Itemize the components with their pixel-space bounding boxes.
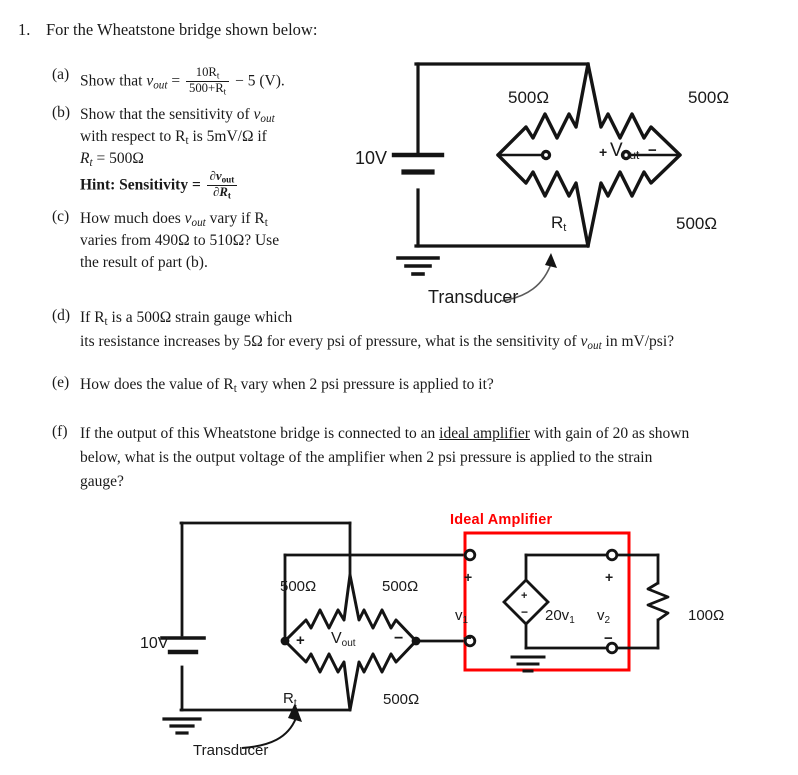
part-f-line3: gauge? bbox=[80, 473, 124, 490]
part-f-line1a: If the output of this Wheatstone bridge … bbox=[80, 425, 440, 442]
v2-plus-sign: + bbox=[605, 569, 614, 585]
part-e-line1a: How does the value of R bbox=[80, 376, 234, 393]
label-load-resistor: 100Ω bbox=[688, 607, 725, 624]
part-d-line1: If Rt is a 500Ω strain gauge which bbox=[80, 309, 293, 329]
part-b-line2-text: with respect to R bbox=[80, 128, 186, 145]
v1-plus-sign: + bbox=[464, 569, 473, 585]
label-r-top-left: 500Ω bbox=[508, 88, 550, 107]
vout-minus-sign-bottom: − bbox=[394, 630, 404, 647]
label-vout-top: Vout bbox=[610, 140, 640, 162]
vout-minus-sign-top: − bbox=[648, 142, 657, 159]
part-d-label: (d) bbox=[52, 307, 71, 324]
part-c-line3: the result of part (b). bbox=[80, 254, 208, 271]
part-f-label: (f) bbox=[52, 423, 68, 440]
label-dependent-source: 20v1 bbox=[545, 607, 575, 626]
part-e-line1b: vary when 2 psi pressure is applied to i… bbox=[236, 376, 494, 393]
resistor-top-left bbox=[496, 62, 590, 157]
part-a-fraction: 10Rt 500+Rt bbox=[185, 65, 230, 98]
part-c-line1: How much does vout vary if Rt bbox=[80, 210, 268, 230]
amp-input-plus-terminal bbox=[463, 548, 477, 562]
hint-numerator: ∂vout bbox=[209, 169, 235, 185]
part-a-pre: Show that bbox=[80, 72, 147, 90]
part-f-underlined-term: ideal amplifier bbox=[439, 425, 530, 442]
part-a-var-sub: out bbox=[153, 79, 168, 92]
bridge-node-right bbox=[411, 636, 421, 646]
label-r-top-right-b: 500Ω bbox=[382, 578, 419, 595]
part-b-line3: Rt = 500Ω bbox=[80, 150, 144, 170]
part-d-line1a: If R bbox=[80, 309, 105, 326]
resistor-bottom-left-rt bbox=[496, 153, 590, 248]
bridge-node-left bbox=[280, 636, 290, 646]
hint-denominator: ∂Rt bbox=[206, 185, 238, 201]
vout-plus-sign-bottom: + bbox=[296, 632, 305, 649]
label-v2: v2 bbox=[597, 607, 611, 626]
part-c-line2: varies from 490Ω to 510Ω? Use bbox=[80, 232, 280, 249]
label-source-voltage-top: 10V bbox=[355, 148, 388, 168]
part-a-eq: = bbox=[171, 72, 181, 90]
question-number: 1. bbox=[18, 20, 31, 39]
resistor-bottom-right bbox=[586, 153, 682, 248]
part-c-line1a: How much does bbox=[80, 210, 185, 227]
part-f-line2: below, what is the output voltage of the… bbox=[80, 449, 653, 466]
wheatstone-bridge-amplifier-circuit bbox=[160, 521, 670, 749]
dep-source-plus-sign: + bbox=[521, 590, 528, 602]
label-r-top-left-b: 500Ω bbox=[280, 578, 317, 595]
part-b-line2: with respect to Rt is 5mV/Ω if bbox=[80, 128, 267, 148]
label-source-voltage-bottom: 10V bbox=[140, 635, 169, 652]
part-a-text: Show that vout = 10Rt 500+Rt − 5 (V). bbox=[80, 65, 340, 98]
part-b-rt-value: = 500Ω bbox=[92, 150, 144, 167]
question-stem: For the Wheatstone bridge shown below: bbox=[46, 20, 318, 39]
label-vout-bottom: Vout bbox=[331, 630, 356, 649]
label-v1: v1 bbox=[455, 607, 469, 626]
label-r-bottom-right-b: 500Ω bbox=[383, 691, 420, 708]
part-a-tail: − 5 (V). bbox=[235, 72, 285, 90]
vout-plus-sign-top: + bbox=[599, 144, 608, 160]
part-f-line1b: with gain of 20 as shown bbox=[529, 425, 690, 442]
label-transducer-top: Transducer bbox=[428, 287, 519, 307]
part-e-label: (e) bbox=[52, 374, 70, 391]
part-d-line2b: in mV/psi? bbox=[601, 333, 675, 350]
part-b-line2b-text: is 5mV/Ω if bbox=[188, 128, 267, 145]
part-b-hint: Hint: Sensitivity = ∂vout ∂Rt bbox=[80, 169, 340, 202]
dep-source-minus-sign: − bbox=[521, 605, 529, 619]
part-b-line1-text: Show that the sensitivity of bbox=[80, 106, 254, 123]
label-rt-top-circuit: Rt bbox=[551, 213, 567, 234]
part-b-hint-label: Hint: Sensitivity = bbox=[80, 176, 201, 194]
part-d-line2a: its resistance increases by 5Ω for every… bbox=[80, 333, 581, 350]
label-rt-bottom-circuit: Rt bbox=[283, 690, 297, 709]
label-r-bottom-right: 500Ω bbox=[676, 214, 718, 233]
amp-output-plus-terminal bbox=[605, 548, 619, 562]
label-r-top-right: 500Ω bbox=[688, 88, 730, 107]
ideal-amplifier-caption: Ideal Amplifier bbox=[450, 512, 553, 528]
part-c-line1b: vary if R bbox=[205, 210, 265, 227]
resistor-load-100ohm bbox=[646, 581, 670, 622]
part-e-line1: How does the value of Rt vary when 2 psi… bbox=[80, 376, 494, 396]
part-a-label: (a) bbox=[52, 66, 70, 83]
v1-minus-sign: − bbox=[463, 630, 472, 647]
part-a-frac-denominator: 500+Rt bbox=[185, 81, 230, 97]
part-b-line1: Show that the sensitivity of vout bbox=[80, 106, 275, 126]
part-c-label: (c) bbox=[52, 208, 70, 225]
part-a-frac-numerator: 10Rt bbox=[195, 65, 220, 81]
part-d-line1b: is a 500Ω strain gauge which bbox=[107, 309, 293, 326]
part-b-label: (b) bbox=[52, 104, 71, 121]
part-f-line1: If the output of this Wheatstone bridge … bbox=[80, 423, 780, 445]
wheatstone-bridge-circuit-top bbox=[391, 62, 682, 302]
part-b-hint-fraction: ∂vout ∂Rt bbox=[206, 169, 238, 202]
label-transducer-bottom: Transducer bbox=[193, 742, 269, 759]
part-d-line2: its resistance increases by 5Ω for every… bbox=[80, 333, 675, 353]
v2-minus-sign: − bbox=[604, 630, 613, 647]
